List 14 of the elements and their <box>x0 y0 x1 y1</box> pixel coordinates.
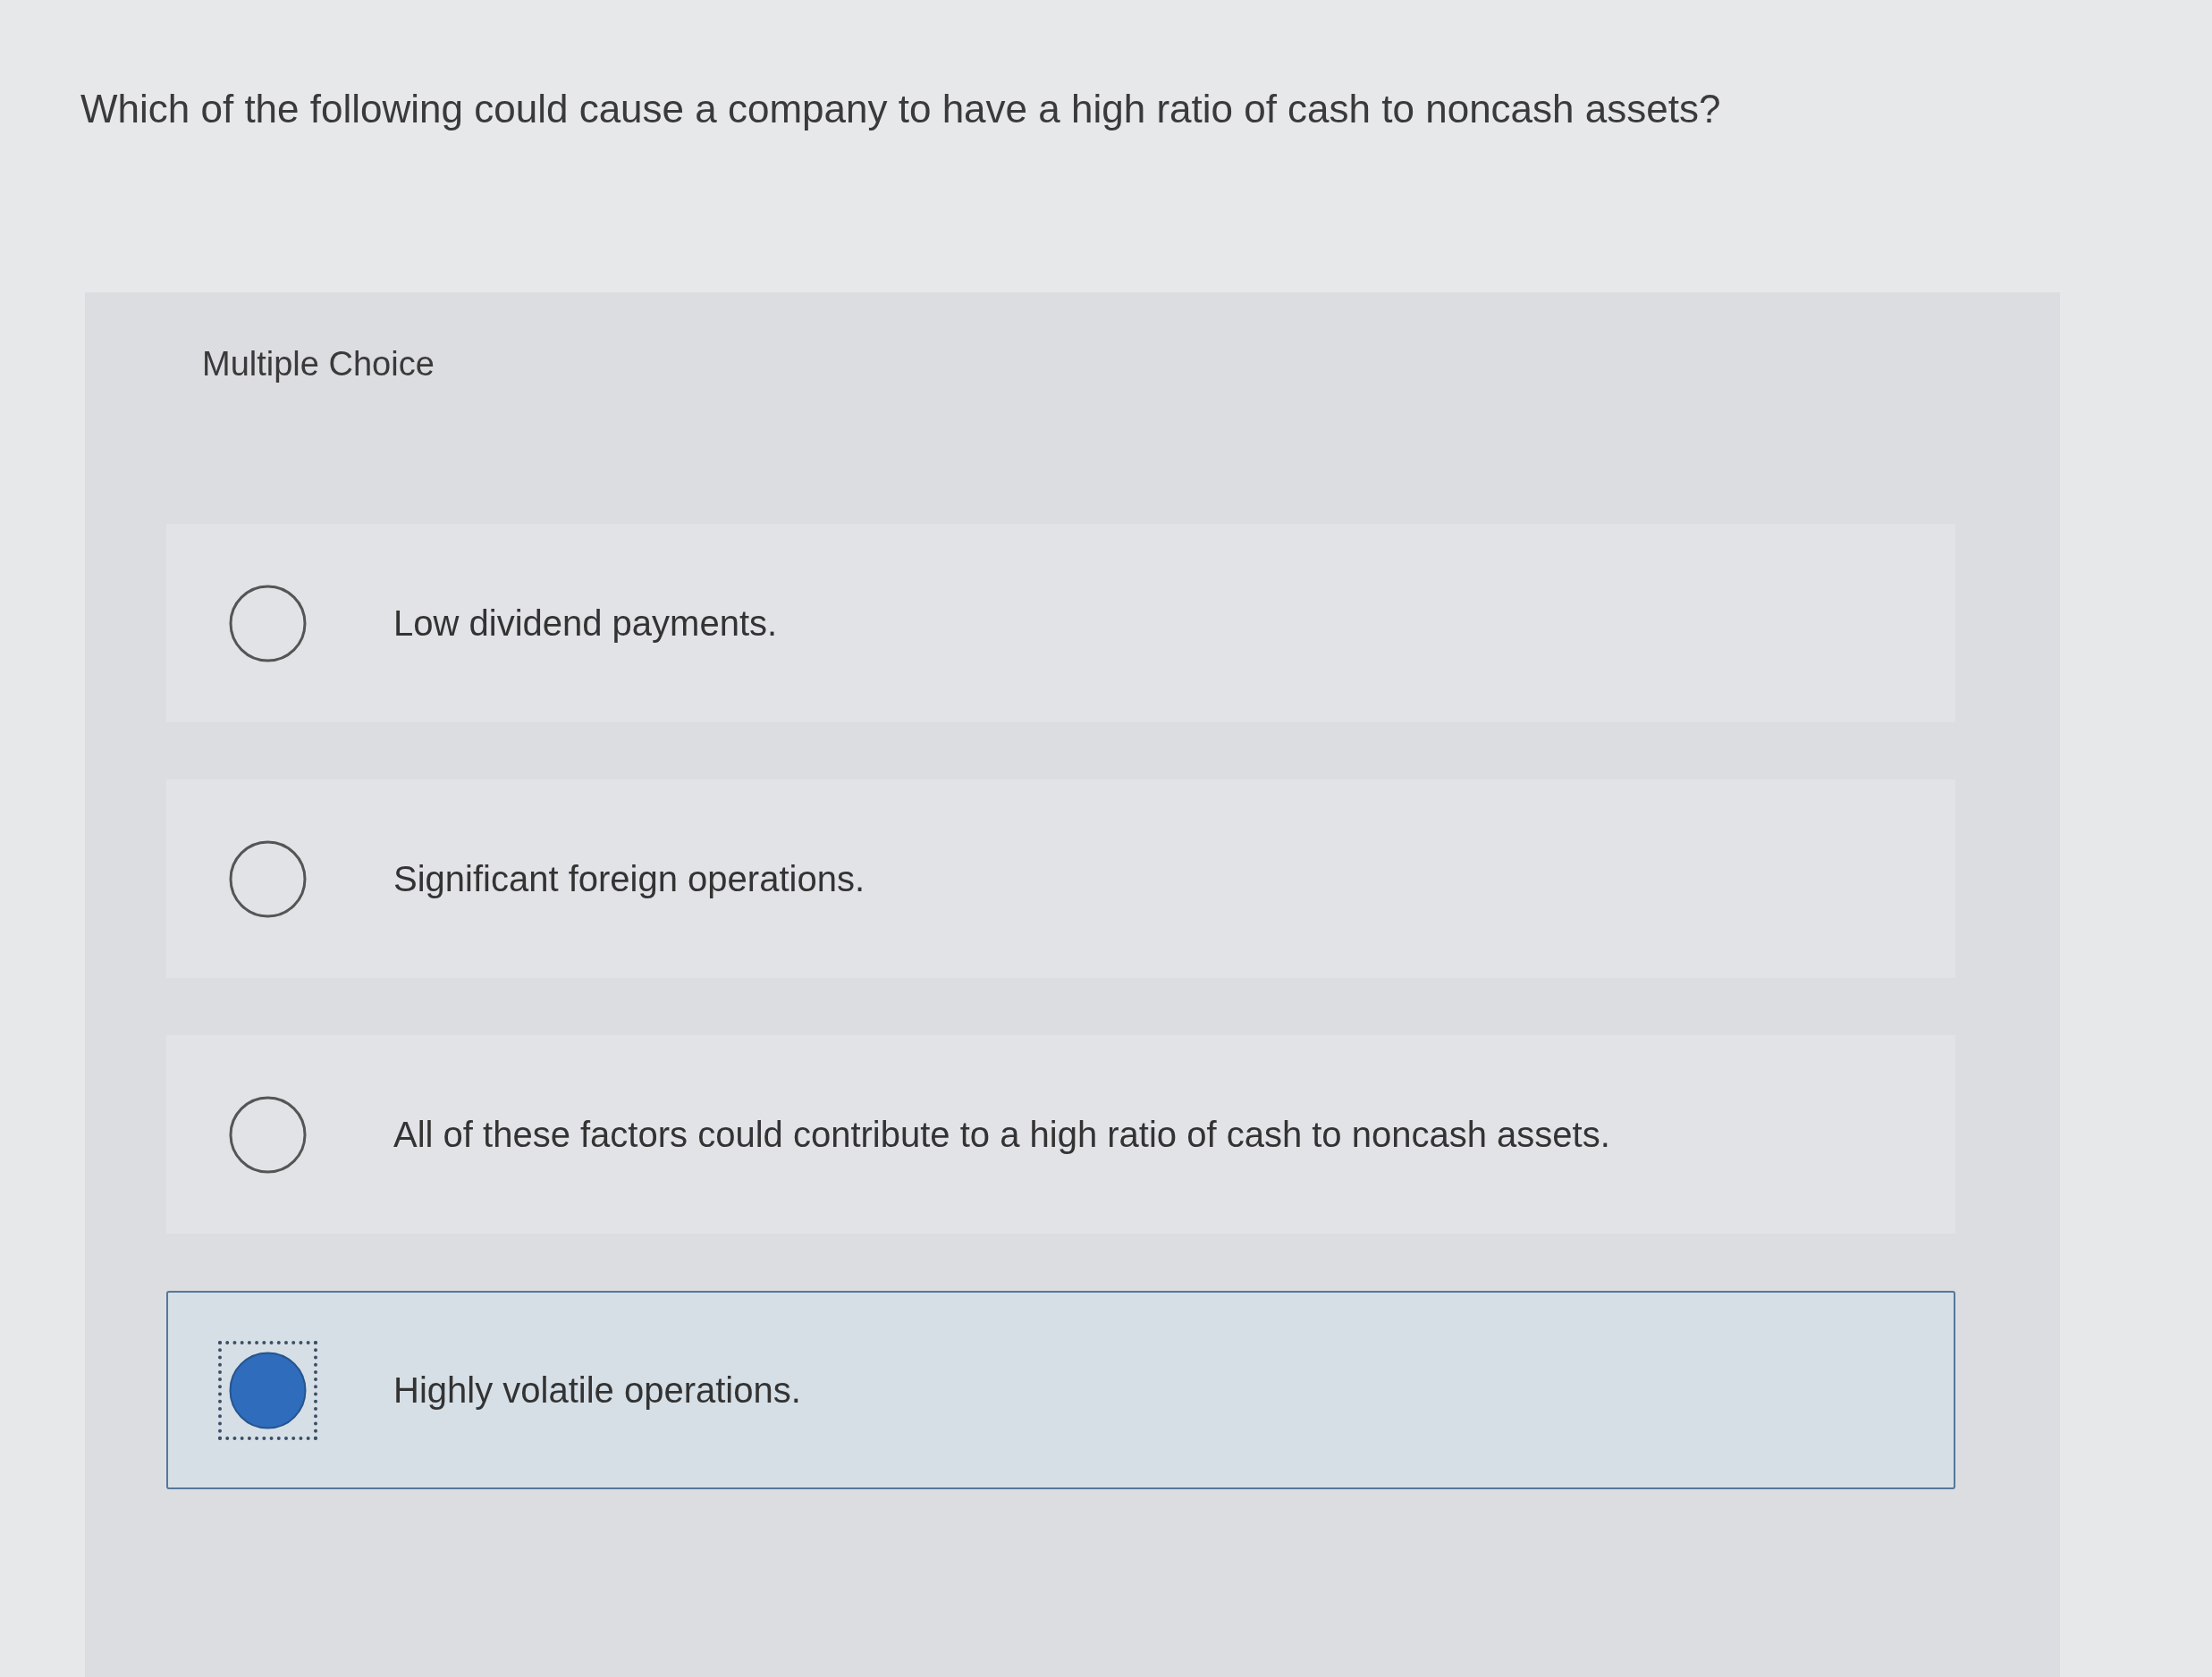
section-heading: Multiple Choice <box>202 344 435 384</box>
answer-option[interactable]: Significant foreign operations. <box>166 780 1955 978</box>
radio-button[interactable] <box>228 839 307 918</box>
question-text: Which of the following could cause a company to have a high ratio of cash to noncash assets? <box>80 86 1721 132</box>
radio-button[interactable] <box>228 584 307 662</box>
answer-option[interactable]: Low dividend payments. <box>166 524 1955 722</box>
radio-button[interactable] <box>217 1340 317 1440</box>
option-label: Low dividend payments. <box>393 603 778 645</box>
radio-button[interactable] <box>228 1095 307 1174</box>
answer-option[interactable]: All of these factors could contribute to a high ratio of cash to noncash assets. <box>166 1035 1955 1234</box>
option-label: Significant foreign operations. <box>393 858 865 900</box>
option-label: Highly volatile operations. <box>393 1369 801 1412</box>
option-label: All of these factors could contribute to a high ratio of cash to noncash assets. <box>393 1114 1610 1156</box>
answer-option[interactable]: Highly volatile operations. <box>166 1291 1955 1489</box>
